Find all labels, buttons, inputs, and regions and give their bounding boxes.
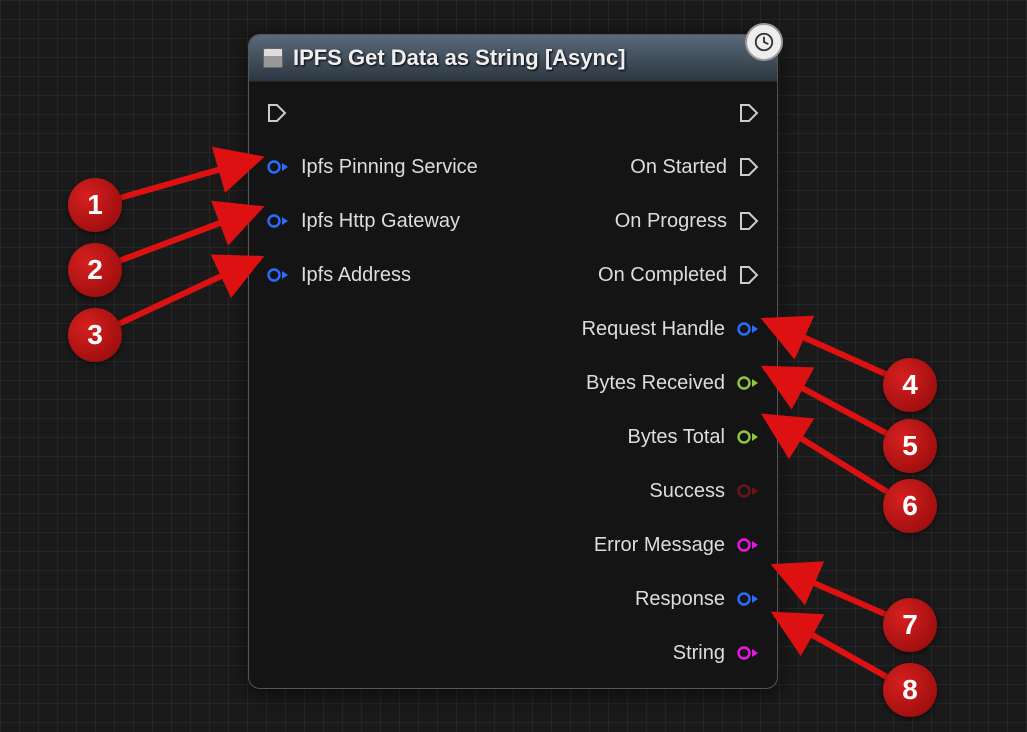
object-pin-icon (267, 267, 289, 283)
pin-label: String (673, 642, 725, 665)
input-pin-1[interactable]: Ipfs Http Gateway (267, 206, 503, 236)
output-pin-2[interactable]: Bytes Total (628, 422, 759, 452)
pin-label: On Started (630, 156, 727, 179)
node-icon (263, 48, 283, 68)
exec-input-pin[interactable] (267, 98, 503, 128)
blueprint-node[interactable]: IPFS Get Data as String [Async] Ipfs Pin… (248, 34, 778, 689)
inputs-column: Ipfs Pinning Service Ipfs Http Gateway I… (267, 98, 503, 668)
exec-output-pin[interactable] (727, 98, 759, 128)
exec-pin-icon (739, 265, 759, 285)
pin-label: Ipfs Pinning Service (301, 156, 478, 179)
integer-pin-icon (737, 375, 759, 391)
object-pin-icon (737, 321, 759, 337)
bool-pin-icon (737, 483, 759, 499)
callout-badge-8: 8 (883, 663, 937, 717)
pin-label: Error Message (594, 534, 725, 557)
object-pin-icon (267, 213, 289, 229)
object-pin-icon (737, 591, 759, 607)
pin-label: On Progress (615, 210, 727, 233)
output-pin-4[interactable]: Error Message (594, 530, 759, 560)
delegate-pin-1[interactable]: On Progress (615, 206, 759, 236)
object-pin-icon (267, 159, 289, 175)
input-pin-0[interactable]: Ipfs Pinning Service (267, 152, 503, 182)
node-header[interactable]: IPFS Get Data as String [Async] (249, 35, 777, 82)
exec-pin-icon (739, 211, 759, 231)
pin-label: On Completed (598, 264, 727, 287)
callout-badge-5: 5 (883, 419, 937, 473)
exec-pin-icon (267, 103, 287, 123)
pin-label: Ipfs Address (301, 264, 411, 287)
input-pin-2[interactable]: Ipfs Address (267, 260, 503, 290)
output-pin-0[interactable]: Request Handle (582, 314, 759, 344)
string-pin-icon (737, 537, 759, 553)
pin-label: Response (635, 588, 725, 611)
callout-badge-7: 7 (883, 598, 937, 652)
callout-badge-2: 2 (68, 243, 122, 297)
pin-label: Bytes Received (586, 372, 725, 395)
node-title: IPFS Get Data as String [Async] (293, 45, 626, 71)
delegate-pin-2[interactable]: On Completed (598, 260, 759, 290)
output-pin-5[interactable]: Response (635, 584, 759, 614)
exec-pin-icon (739, 157, 759, 177)
callout-badge-4: 4 (883, 358, 937, 412)
pin-label: Bytes Total (628, 426, 725, 449)
pin-label: Request Handle (582, 318, 725, 341)
node-body: Ipfs Pinning Service Ipfs Http Gateway I… (249, 82, 777, 688)
callout-badge-3: 3 (68, 308, 122, 362)
pin-label: Success (649, 480, 725, 503)
output-pin-6[interactable]: String (673, 638, 759, 668)
pin-label: Ipfs Http Gateway (301, 210, 460, 233)
callout-badge-1: 1 (68, 178, 122, 232)
callout-badge-6: 6 (883, 479, 937, 533)
output-pin-3[interactable]: Success (649, 476, 759, 506)
output-pin-1[interactable]: Bytes Received (586, 368, 759, 398)
string-pin-icon (737, 645, 759, 661)
clock-icon (745, 23, 783, 61)
delegate-pin-0[interactable]: On Started (630, 152, 759, 182)
integer-pin-icon (737, 429, 759, 445)
exec-pin-icon (739, 103, 759, 123)
outputs-column: On Started On Progress On Completed Requ… (523, 98, 759, 668)
